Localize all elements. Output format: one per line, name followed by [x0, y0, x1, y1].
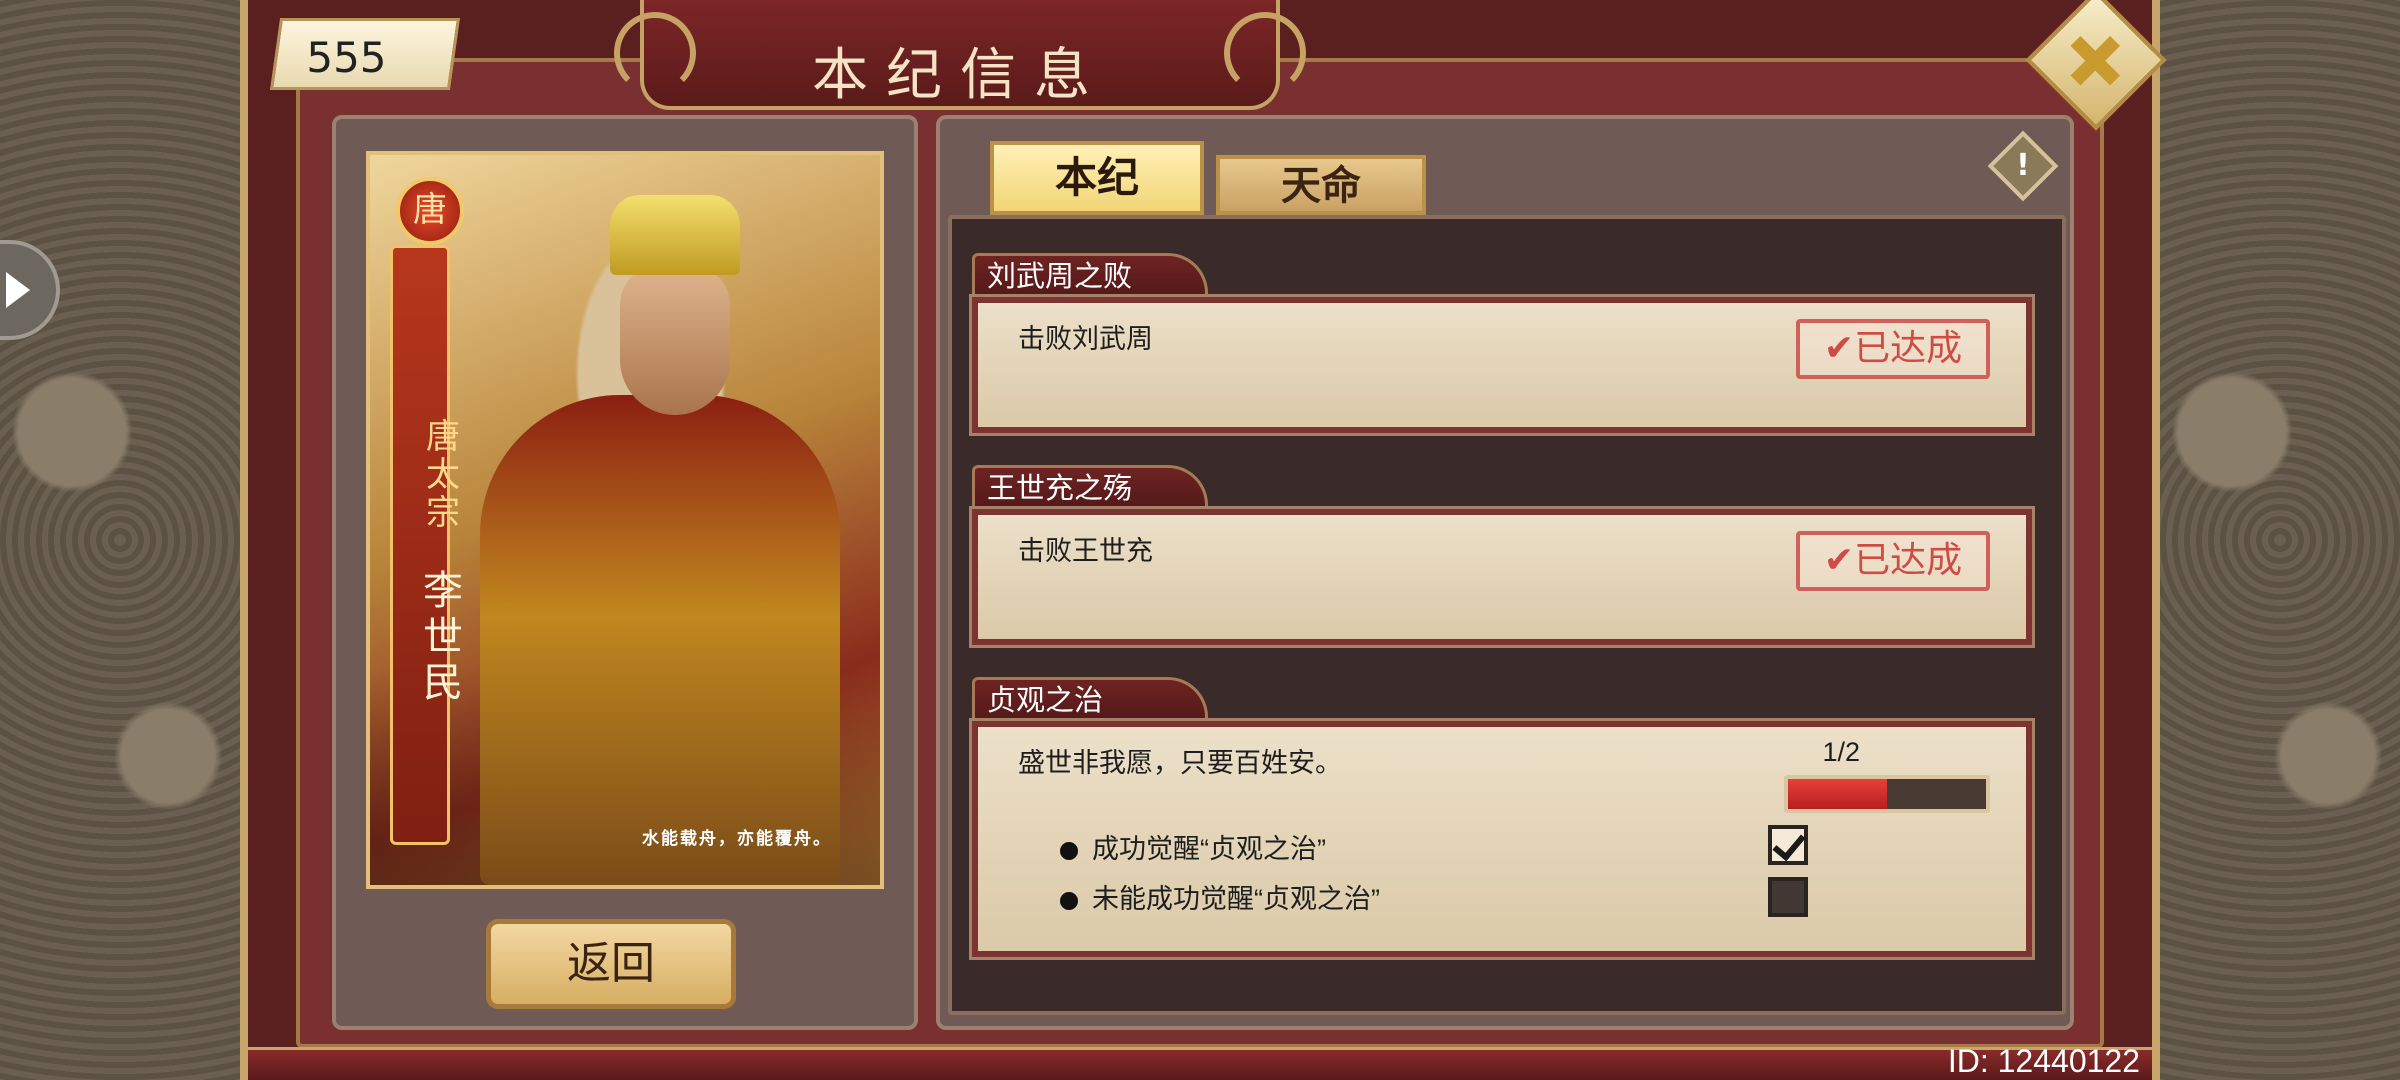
condition-item: 成功觉醒“贞观之治”: [1060, 827, 1326, 866]
list-item: 王世充之殇 击败王世充 ✔已达成: [969, 465, 2035, 655]
back-button[interactable]: 返回: [486, 919, 736, 1009]
background-right: [2160, 0, 2400, 1080]
section-description: 击败王世充: [1018, 536, 1153, 566]
condition-item: 未能成功觉醒“贞观之治”: [1060, 877, 1380, 916]
section-description: 击败刘武周: [1018, 324, 1153, 354]
list-item: 贞观之治 盛世非我愿，只要百姓安。 1/2 成功觉醒“贞观之治” 未能成功觉醒“…: [969, 677, 2035, 997]
section-description: 盛世非我愿，只要百姓安。: [1018, 748, 1342, 778]
section-body: 盛世非我愿，只要百姓安。 1/2 成功觉醒“贞观之治” 未能成功觉醒“贞观之治”: [969, 718, 2035, 960]
section-title: 刘武周之败: [972, 253, 1208, 299]
info-button[interactable]: !: [1987, 130, 2059, 202]
currency-display: 555: [269, 18, 461, 90]
character-panel: 唐太宗 李世民 唐 水能载舟，亦能覆舟。 返回: [332, 115, 918, 1030]
bullet-icon: [1060, 891, 1078, 910]
list-item: 刘武周之败 击败刘武周 ✔已达成: [969, 253, 2035, 443]
card-caption: 水能载舟，亦能覆舟。: [642, 829, 832, 849]
completed-stamp: ✔已达成: [1796, 319, 1990, 379]
page-title: 本纪信息: [812, 43, 1108, 108]
section-body: 击败王世充 ✔已达成: [969, 506, 2035, 648]
dynasty-emblem-icon: 唐: [396, 177, 464, 245]
section-title: 贞观之治: [972, 677, 1208, 723]
condition-checkbox[interactable]: [1768, 825, 1808, 865]
character-portrait: [480, 395, 840, 885]
condition-text: 未能成功觉醒“贞观之治”: [1092, 884, 1380, 914]
progress-fill: [1788, 779, 1887, 809]
currency-value: 555: [306, 33, 387, 82]
card-title: 唐太宗: [426, 417, 460, 533]
bullet-icon: [1060, 841, 1078, 860]
tab-tianming[interactable]: 天命: [1216, 155, 1426, 215]
background-left: [0, 0, 240, 1080]
card-name-banner: 唐太宗 李世民: [390, 245, 463, 845]
tab-benji[interactable]: 本纪: [990, 141, 1204, 215]
card-name: 李世民: [423, 568, 463, 706]
character-face: [620, 265, 730, 415]
records-list[interactable]: 刘武周之败 击败刘武周 ✔已达成 王世充之殇 击败王世充 ✔已达成 贞观之治 盛…: [948, 215, 2066, 1015]
progress-label: 1/2: [1822, 737, 1860, 767]
info-icon: !: [2016, 148, 2030, 183]
section-body: 击败刘武周 ✔已达成: [969, 294, 2035, 436]
records-panel: 本纪 天命 ! 刘武周之败 击败刘武周 ✔已达成 王世充之殇 击败王世充 ✔已达…: [936, 115, 2074, 1030]
character-card: 唐太宗 李世民 唐 水能载舟，亦能覆舟。: [366, 151, 884, 889]
progress-bar: [1784, 775, 1990, 813]
character-hat: [610, 195, 740, 275]
header-banner: 本纪信息: [614, 0, 1306, 110]
completed-stamp: ✔已达成: [1796, 531, 1990, 591]
player-id: ID: 12440122: [1947, 1043, 2140, 1079]
bottom-bar: [248, 1047, 2152, 1080]
section-title: 王世充之殇: [972, 465, 1208, 511]
condition-checkbox[interactable]: [1768, 877, 1808, 917]
condition-text: 成功觉醒“贞观之治”: [1092, 834, 1326, 864]
